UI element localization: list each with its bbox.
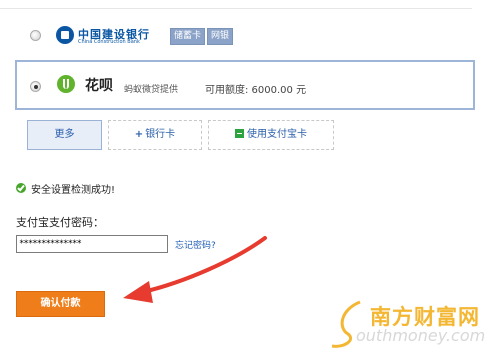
annotation-arrow-icon — [123, 236, 267, 303]
tag-online-banking: 网银 — [207, 28, 234, 45]
use-alipay-card-label: 使用支付宝卡 — [247, 129, 307, 140]
huabei-radio[interactable] — [30, 81, 41, 92]
huabei-logo-icon — [57, 75, 75, 93]
bank-radio[interactable] — [30, 30, 41, 41]
watermark-text-en: outhmoney.com — [356, 326, 486, 345]
add-bank-card-button[interactable]: + 银行卡 — [108, 120, 202, 150]
more-button[interactable]: 更多 — [27, 120, 102, 150]
confirm-payment-button[interactable]: 确认付款 — [16, 291, 105, 317]
ccb-logo-icon — [56, 26, 74, 44]
bank-name-en: China Construction Bank — [78, 39, 140, 45]
use-alipay-card-button[interactable]: 使用支付宝卡 — [208, 120, 334, 150]
add-bank-card-label: 银行卡 — [145, 129, 176, 140]
alipay-card-icon — [235, 129, 244, 138]
huabei-name: 花呗 — [85, 78, 113, 94]
top-divider — [0, 8, 472, 9]
tag-savings-card: 储蓄卡 — [170, 28, 206, 45]
check-icon — [16, 183, 26, 193]
password-label: 支付宝支付密码： — [16, 216, 104, 229]
huabei-provider: 蚂蚁微贷提供 — [124, 85, 179, 95]
plus-icon: + — [134, 129, 144, 140]
security-message: 安全设置检测成功! — [31, 185, 116, 196]
huabei-credit: 可用额度: 6000.00 元 — [205, 85, 307, 96]
